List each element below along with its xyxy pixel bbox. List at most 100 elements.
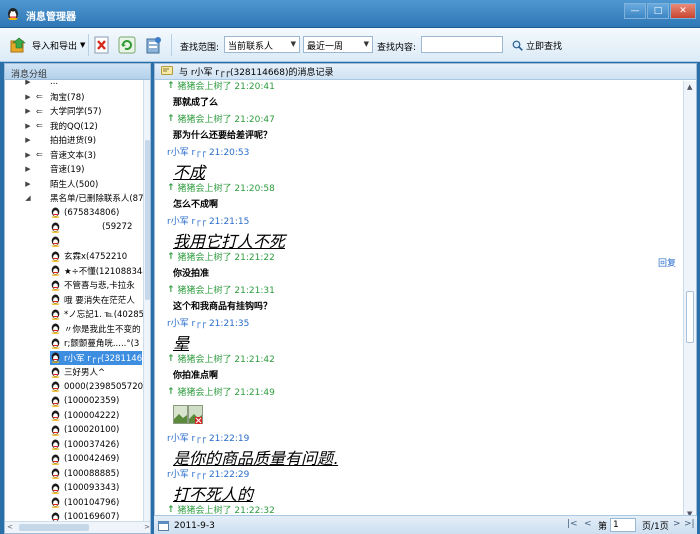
tree-item-label: (100104796) [64, 497, 120, 508]
tree-group[interactable]: ▶ 拍拍进货(9) [23, 133, 96, 147]
message-sender-time: 猪猪会上树了 21:21:22 [177, 253, 275, 263]
tree-contact[interactable]: 三好男人^ [50, 365, 105, 379]
group-tree[interactable]: ▶... ▶ ⇐ 淘宝(78) ▶ ⇐ 大学同学(57) ▶ ⇐ 我的QQ(12) ▶ 拍拍进货(9)… [5, 80, 145, 521]
chevron-right-icon[interactable]: ▶ [23, 80, 33, 86]
tree-item-label: ★÷不懂(121088344 [64, 266, 145, 277]
scrollbar-thumb[interactable] [19, 524, 89, 531]
toolbar-divider [171, 34, 172, 56]
last-page-button[interactable]: >| [684, 519, 695, 529]
maximize-button[interactable]: □ [647, 3, 669, 19]
tree-group[interactable]: ▶ 音速(19) [23, 162, 84, 176]
chevron-right-icon[interactable]: ▶ [23, 151, 33, 159]
reply-link[interactable]: 回复 [658, 256, 676, 269]
tree-contact[interactable]: r小军 r┌┌(3281146 [50, 350, 143, 365]
message-text: 是你的商品质量有问题. [173, 449, 339, 468]
tree-contact[interactable]: 玄霖x(4752210 [50, 249, 127, 263]
tree-item-label: (100088885) [64, 468, 120, 479]
tree-contact[interactable]: r;颤颤蔓角咣.....°(3 [50, 336, 139, 350]
qq-avatar-icon [51, 497, 60, 508]
delete-icon[interactable] [93, 36, 111, 54]
tree-contact[interactable] [50, 235, 64, 249]
tree-item-label: r;颤颤蔓角咣.....°(3 [64, 339, 140, 349]
tree-contact[interactable]: (59272 [50, 220, 132, 234]
tree-group[interactable]: ▶... [23, 80, 58, 89]
minimize-button[interactable]: — [624, 3, 646, 19]
tree-contact[interactable]: 不管喜与悲,卡拉永 [50, 278, 135, 292]
tree-contact[interactable]: (100020100) [50, 423, 119, 437]
previous-page-button[interactable]: < [584, 519, 592, 529]
group-tree-panel: 消息分组 ▶... ▶ ⇐ 淘宝(78) ▶ ⇐ 大学同学(57) ▶ ⇐ 我的QQ(12) ▶ 拍拍… [4, 63, 151, 534]
chevron-right-icon[interactable]: ▶ [23, 107, 33, 115]
broken-image-icon[interactable] [173, 405, 203, 425]
tree-contact[interactable]: (100002359) [50, 394, 119, 408]
vertical-scrollbar[interactable]: ▲ ▼ [683, 81, 696, 520]
tree-contact[interactable]: *ノ忘記1. ℡(40285 [50, 307, 144, 321]
qq-penguin-icon [8, 8, 18, 20]
calendar-icon[interactable] [158, 520, 169, 531]
chevron-right-icon[interactable]: ▶ [23, 136, 33, 144]
tree-item-label: ... [50, 80, 59, 87]
page-number-input[interactable]: 1 [610, 518, 636, 532]
chevron-up-icon[interactable]: ▲ [687, 83, 692, 91]
time-period-value: 最近一周 [307, 42, 344, 52]
scrollbar-thumb[interactable] [686, 291, 694, 343]
tree-group[interactable]: ◢ 黑名单/已删除联系人(8789) [23, 191, 145, 205]
first-page-button[interactable]: |< [567, 519, 578, 529]
group-icon: ⇐ [36, 92, 43, 101]
tree-contact[interactable]: (100169607) [50, 510, 119, 521]
tree-contact[interactable]: 〃你是我此生不变的 [50, 322, 141, 336]
chevron-right-icon[interactable]: ▶ [23, 122, 33, 130]
tree-group[interactable]: ▶ ⇐ 音速文本(3) [23, 148, 96, 162]
vertical-scrollbar[interactable] [143, 80, 150, 521]
next-page-button[interactable]: > [673, 519, 681, 529]
qq-avatar-icon [51, 323, 60, 334]
tree-contact[interactable]: (100004222) [50, 409, 119, 423]
chevron-right-icon[interactable]: ▶ [23, 165, 33, 173]
search-content-input[interactable] [421, 36, 503, 53]
chevron-down-icon: ▼ [290, 40, 296, 48]
qq-avatar-icon [51, 309, 60, 320]
close-button[interactable]: ✕ [670, 3, 696, 19]
search-now-button[interactable]: 立即查找 [512, 39, 562, 52]
tree-contact[interactable]: (100088885) [50, 467, 119, 481]
message-sender-time: 猪猪会上树了 21:21:49 [177, 388, 275, 398]
tree-contact[interactable]: 哦 要消失在茫茫人 [50, 293, 135, 307]
sent-arrow-icon: ↑ [167, 386, 175, 397]
import-export-button[interactable]: 导入和导出 ▼ [10, 36, 85, 54]
sent-arrow-icon: ↑ [167, 353, 175, 364]
self-message-header: ↑ 猪猪会上树了 21:20:47 [167, 112, 275, 126]
tree-contact[interactable]: ★÷不懂(121088344 [50, 264, 145, 278]
scrollbar-thumb[interactable] [145, 140, 150, 300]
qq-avatar-icon [51, 468, 60, 479]
tree-group[interactable]: ▶ 陌生人(500) [23, 177, 98, 191]
tree-contact[interactable]: (100037426) [50, 438, 119, 452]
tree-contact[interactable]: (675834806) [50, 206, 119, 220]
tree-group[interactable]: ▶ ⇐ 淘宝(78) [23, 90, 84, 104]
time-period-select[interactable]: 最近一周 ▼ [303, 36, 373, 53]
horizontal-scrollbar[interactable]: < > [5, 521, 150, 533]
tree-group[interactable]: ▶ ⇐ 大学同学(57) [23, 104, 101, 118]
tree-item-label: 玄霖x(4752210 [64, 252, 128, 262]
search-range-select[interactable]: 当前联系人 ▼ [224, 36, 300, 53]
refresh-icon[interactable] [118, 36, 136, 54]
tree-contact[interactable]: (100093343) [50, 481, 119, 495]
chevron-right-icon[interactable]: > [144, 523, 150, 531]
chevron-left-icon[interactable]: < [7, 523, 13, 531]
tree-item-label: (100004222) [64, 410, 120, 421]
message-text: 打不死人的 [173, 485, 254, 504]
tree-contact[interactable]: (100104796) [50, 496, 119, 510]
search-range-value: 当前联系人 [228, 42, 274, 52]
tree-group[interactable]: ▶ ⇐ 我的QQ(12) [23, 119, 98, 133]
contact-message-header: r小军 r┌┌ 21:20:53 [167, 145, 249, 158]
message-settings-icon[interactable] [144, 36, 162, 54]
self-message-header: ↑ 猪猪会上树了 21:20:41 [167, 81, 275, 92]
qq-avatar-icon [51, 352, 60, 363]
chevron-right-icon[interactable]: ▶ [23, 180, 33, 188]
message-sender-time: r小军 r┌┌ 21:21:15 [167, 217, 250, 227]
message-sender-time: r小军 r┌┌ 21:21:35 [167, 319, 250, 329]
chevron-down-icon[interactable]: ◢ [23, 194, 33, 202]
tree-contact[interactable]: (100042469) [50, 452, 119, 466]
chevron-right-icon[interactable]: ▶ [23, 93, 33, 101]
message-text: 那为什么还要给差评呢？ [173, 131, 273, 141]
tree-contact[interactable]: 0000(2398505720) [50, 380, 145, 394]
